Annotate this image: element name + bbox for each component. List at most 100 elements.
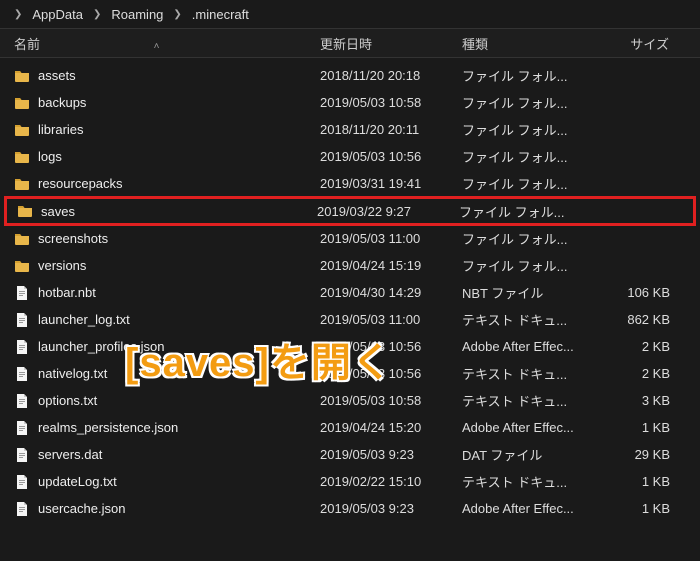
breadcrumb[interactable]: ❯ AppData ❯ Roaming ❯ .minecraft [0,0,700,28]
file-size-cell: 2 KB [612,339,700,354]
file-row-updateLog-txt[interactable]: updateLog.txt2019/02/22 15:10テキスト ドキュ...… [0,468,700,495]
file-row-realms_persistence-json[interactable]: realms_persistence.json2019/04/24 15:20A… [0,414,700,441]
file-name-cell: versions [14,258,320,274]
file-size-cell: 862 KB [612,312,700,327]
file-date-cell: 2019/05/03 10:56 [320,366,462,381]
chevron-right-icon: ❯ [169,9,185,20]
file-date-cell: 2018/11/20 20:11 [320,122,462,137]
file-row-servers-dat[interactable]: servers.dat2019/05/03 9:23DAT ファイル29 KB [0,441,700,468]
file-name-cell: updateLog.txt [14,474,320,490]
folder-icon [14,122,30,138]
file-row-resourcepacks[interactable]: resourcepacks 2019/03/31 19:41ファイル フォル... [0,170,700,197]
file-icon [14,339,30,355]
file-date-cell: 2019/03/31 19:41 [320,176,462,191]
file-row-libraries[interactable]: libraries 2018/11/20 20:11ファイル フォル... [0,116,700,143]
folder-icon [14,68,30,84]
file-row-options-txt[interactable]: options.txt2019/05/03 10:58テキスト ドキュ...3 … [0,387,700,414]
file-date-cell: 2019/05/03 10:56 [320,149,462,164]
file-row-logs[interactable]: logs 2019/05/03 10:56ファイル フォル... [0,143,700,170]
file-name-cell: launcher_log.txt [14,312,320,328]
file-date-cell: 2019/05/03 9:23 [320,501,462,516]
file-type-cell: ファイル フォル... [462,120,612,139]
column-header-type[interactable]: 種類 [462,34,612,53]
file-name-text: servers.dat [38,447,102,462]
file-date-cell: 2018/11/20 20:18 [320,68,462,83]
file-row-launcher_profiles-json[interactable]: launcher_profiles.json 2019/05/03 10:56Ad… [0,333,700,360]
column-header-date[interactable]: 更新日時 [320,34,462,53]
file-date-cell: 2019/03/22 9:27 [317,204,459,219]
file-type-cell: ファイル フォル... [459,202,609,221]
file-row-nativelog-txt[interactable]: nativelog.txt 2019/05/03 10:56テキスト ドキュ...… [0,360,700,387]
file-size-cell: 29 KB [612,447,700,462]
file-name-text: versions [38,258,86,273]
file-name-text: hotbar.nbt [38,285,96,300]
file-type-cell: ファイル フォル... [462,66,612,85]
file-icon [14,366,30,382]
file-row-saves[interactable]: saves2019/03/22 9:27ファイル フォル... [4,196,696,226]
file-name-cell: servers.dat [14,447,320,463]
file-icon [14,312,30,328]
file-date-cell: 2019/05/03 11:00 [320,312,462,327]
file-icon [14,285,30,301]
file-name-cell: screenshots [14,231,320,247]
file-name-text: logs [38,149,62,164]
file-icon [14,447,30,463]
file-name-cell: resourcepacks [14,176,320,192]
file-type-cell: テキスト ドキュ... [462,310,612,329]
column-header-size[interactable]: サイズ [612,34,700,53]
file-row-launcher_log-txt[interactable]: launcher_log.txt 2019/05/03 11:00テキスト ドキュ… [0,306,700,333]
column-header-name[interactable]: 名前 ˄ [14,34,320,53]
file-type-cell: Adobe After Effec... [462,420,612,435]
file-type-cell: Adobe After Effec... [462,501,612,516]
file-type-cell: ファイル フォル... [462,174,612,193]
file-name-text: resourcepacks [38,176,123,191]
folder-icon [17,203,33,219]
file-date-cell: 2019/05/03 10:56 [320,339,462,354]
file-name-text: screenshots [38,231,108,246]
breadcrumb-item[interactable]: .minecraft [192,7,249,22]
file-icon [14,501,30,517]
file-row-hotbar-nbt[interactable]: hotbar.nbt2019/04/30 14:29NBT ファイル106 KB [0,279,700,306]
file-type-cell: DAT ファイル [462,445,612,464]
chevron-right-icon: ❯ [89,9,105,20]
file-type-cell: ファイル フォル... [462,229,612,248]
file-icon [14,474,30,490]
file-name-cell: assets [14,68,320,84]
folder-icon [14,231,30,247]
file-name-text: options.txt [38,393,97,408]
file-name-cell: launcher_profiles.json [14,339,320,355]
folder-icon [14,149,30,165]
file-name-text: launcher_profiles.json [38,339,164,354]
file-row-backups[interactable]: backups2019/05/03 10:58ファイル フォル... [0,89,700,116]
file-row-versions[interactable]: versions2019/04/24 15:19ファイル フォル... [0,252,700,279]
file-name-cell: nativelog.txt [14,366,320,382]
file-date-cell: 2019/05/03 11:00 [320,231,462,246]
file-name-text: updateLog.txt [38,474,117,489]
file-type-cell: ファイル フォル... [462,147,612,166]
file-type-cell: テキスト ドキュ... [462,472,612,491]
file-name-cell: hotbar.nbt [14,285,320,301]
file-type-cell: テキスト ドキュ... [462,391,612,410]
file-row-screenshots[interactable]: screenshots 2019/05/03 11:00ファイル フォル... [0,225,700,252]
file-type-cell: テキスト ドキュ... [462,364,612,383]
file-name-text: backups [38,95,86,110]
breadcrumb-item[interactable]: Roaming [111,7,163,22]
file-name-cell: logs [14,149,320,165]
file-size-cell: 1 KB [612,501,700,516]
file-name-text: nativelog.txt [38,366,107,381]
file-name-text: libraries [38,122,84,137]
file-date-cell: 2019/04/30 14:29 [320,285,462,300]
file-name-cell: backups [14,95,320,111]
file-name-cell: libraries [14,122,320,138]
file-row-usercache-json[interactable]: usercache.json 2019/05/03 9:23Adobe After… [0,495,700,522]
file-name-text: usercache.json [38,501,125,516]
folder-icon [14,176,30,192]
breadcrumb-item[interactable]: AppData [32,7,83,22]
file-name-cell: saves [17,203,317,219]
file-type-cell: Adobe After Effec... [462,339,612,354]
file-name-text: launcher_log.txt [38,312,130,327]
file-name-cell: options.txt [14,393,320,409]
file-date-cell: 2019/05/03 10:58 [320,393,462,408]
file-row-assets[interactable]: assets2018/11/20 20:18ファイル フォル... [0,62,700,89]
file-size-cell: 1 KB [612,420,700,435]
